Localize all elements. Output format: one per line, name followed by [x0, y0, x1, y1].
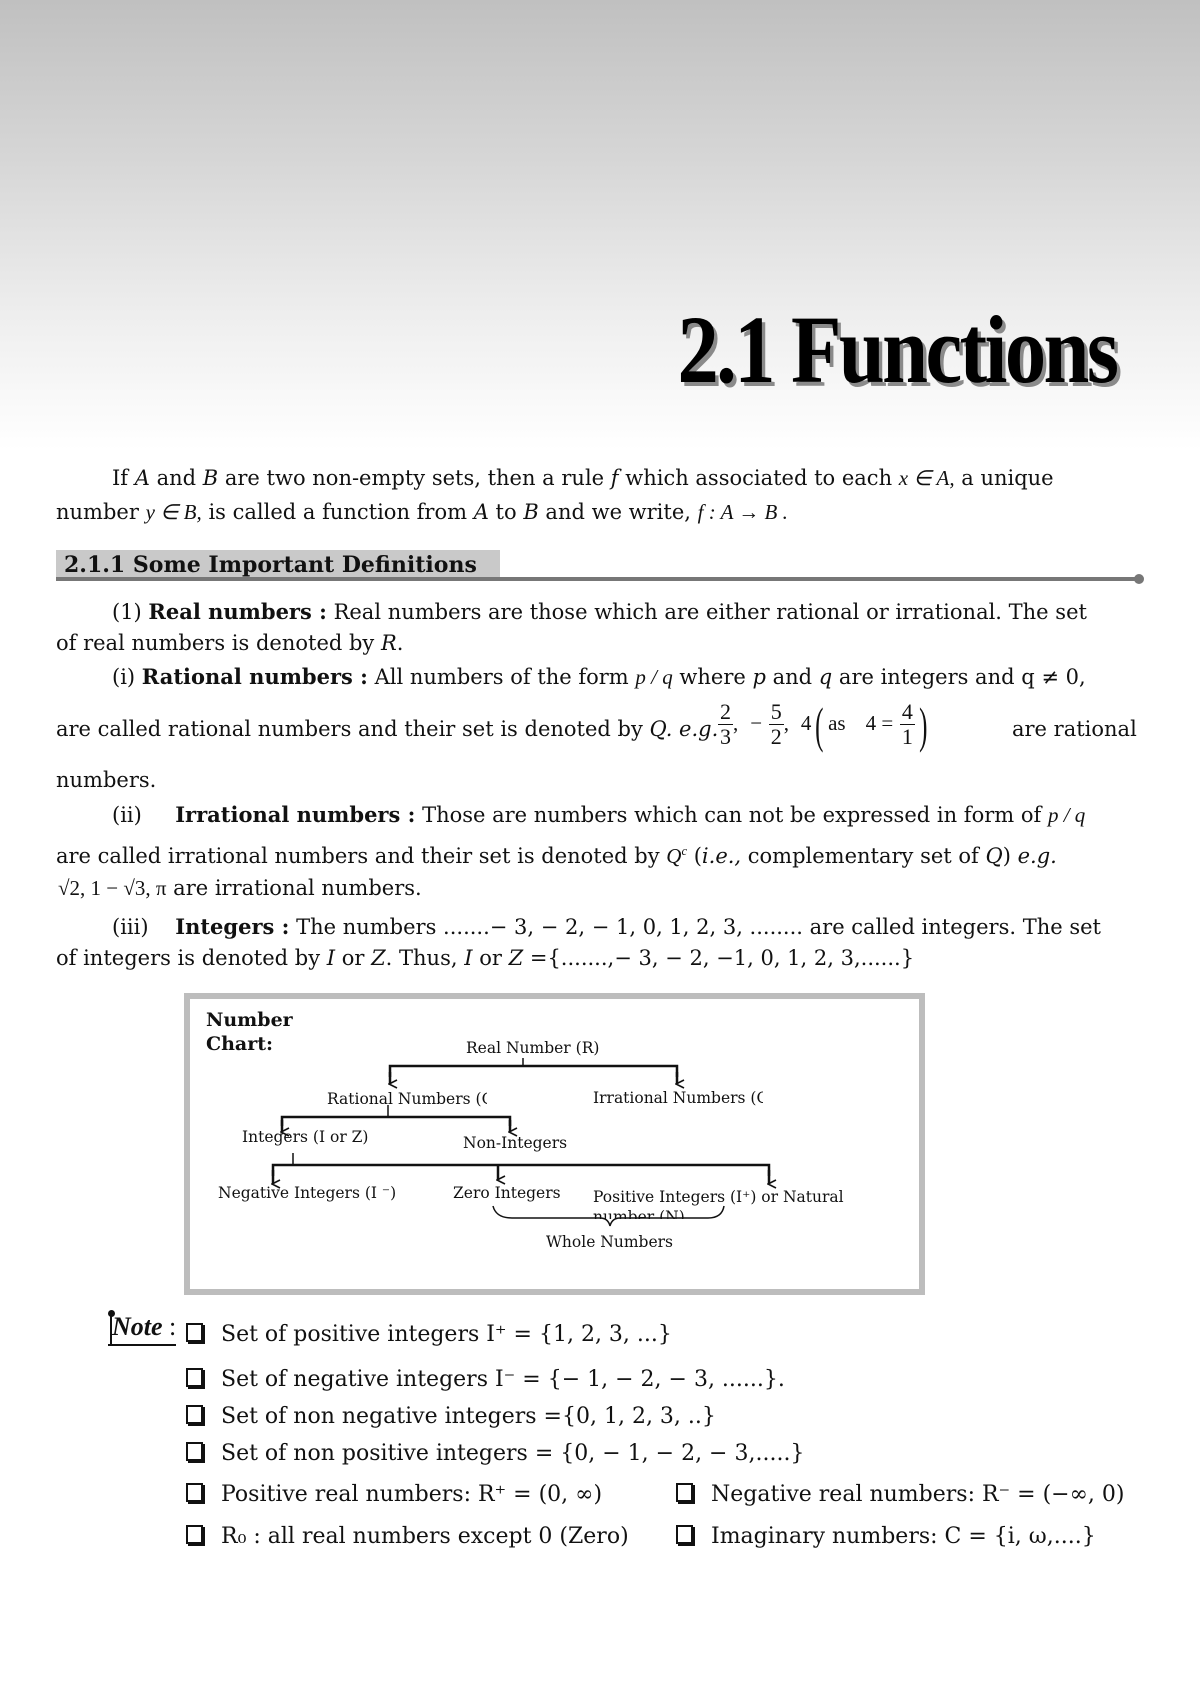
checkbox-bullet-icon: [676, 1483, 693, 1502]
note-item: Positive real numbers: R⁺ = (0, ∞): [186, 1481, 602, 1509]
note-item: Imaginary numbers: C = {i, ω,....}: [676, 1523, 1096, 1551]
chart-node-non-integers: Non-Integers: [463, 1134, 568, 1152]
chart-node-irrational: Irrational Numbers (Q^C): [593, 1089, 763, 1106]
checkbox-bullet-icon: [186, 1483, 203, 1502]
connector-integers-branch: [271, 1163, 771, 1176]
connector-rational-branch: [280, 1115, 512, 1126]
note-item: Negative real numbers: R⁻ = (−∞, 0): [676, 1481, 1125, 1509]
connector-real-branch: [388, 1064, 679, 1077]
checkbox-bullet-icon: [676, 1525, 693, 1544]
note-item: Set of non positive integers = {0, − 1, …: [186, 1440, 804, 1468]
note-item: Set of non negative integers ={0, 1, 2, …: [186, 1403, 716, 1431]
note-item: Set of negative integers I⁻ = {− 1, − 2,…: [186, 1366, 785, 1394]
checkbox-bullet-icon: [186, 1442, 203, 1461]
chart-node-positive: Positive Integers (I⁺) or Natural number…: [593, 1188, 844, 1219]
checkbox-bullet-icon: [186, 1405, 203, 1424]
checkbox-bullet-icon: [186, 1323, 203, 1342]
chart-node-real: Real Number (R): [466, 1039, 600, 1057]
chart-node-zero: Zero Integers: [453, 1184, 561, 1202]
note-label: Note :: [108, 1312, 177, 1346]
chart-node-rational: Rational Numbers (Q): [327, 1090, 487, 1107]
chart-node-whole: Whole Numbers: [546, 1233, 674, 1251]
note-item: R₀ : all real numbers except 0 (Zero): [186, 1523, 629, 1551]
chart-node-negative: Negative Integers (I ⁻): [218, 1184, 397, 1202]
checkbox-bullet-icon: [186, 1525, 203, 1544]
chart-node-integers: Integers (I or Z): [242, 1128, 369, 1146]
note-item: Set of positive integers I⁺ = {1, 2, 3, …: [186, 1321, 672, 1349]
checkbox-bullet-icon: [186, 1368, 203, 1387]
